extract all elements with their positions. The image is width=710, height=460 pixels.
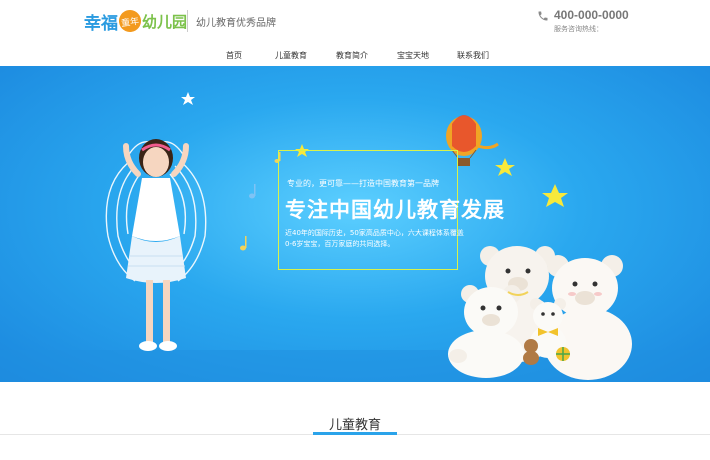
child-illustration	[123, 139, 189, 351]
star-icon	[542, 184, 568, 207]
banner-subtitle: 专业的，更可靠——打造中国教育第一品牌	[287, 179, 439, 188]
nav-home[interactable]: 首页	[226, 50, 242, 61]
nav-education-intro[interactable]: 教育简介	[336, 50, 368, 61]
nav-children-education[interactable]: 儿童教育	[275, 50, 307, 61]
section-title-underline	[313, 432, 397, 435]
star-icon	[181, 92, 195, 105]
logo-text-part3: 幼儿园	[142, 12, 188, 31]
site-header: 幸福 童年 幼儿园 幼儿教育优秀品牌 400-000-0000 服务咨询热线：	[0, 0, 710, 44]
logo-text-part1: 幸福	[84, 13, 118, 34]
phone-label: 服务咨询热线：	[554, 25, 603, 33]
music-note-icon	[249, 184, 256, 199]
main-nav: 首页 儿童教育 教育简介 宝宝天地 联系我们	[0, 44, 710, 66]
star-icon	[495, 158, 515, 176]
banner-description: 近40年的国际历史，50家高品质中心，六大课程体系覆盖 0-6岁宝宝，百万家庭的…	[285, 228, 465, 250]
banner-description-line: 0-6岁宝宝，百万家庭的共同选择。	[285, 240, 395, 248]
logo-divider	[187, 10, 188, 32]
banner-description-line: 近40年的国际历史，50家高品质中心，六大课程体系覆盖	[285, 229, 464, 237]
phone-number: 400-000-0000	[554, 8, 629, 22]
banner-title: 专注中国幼儿教育发展	[285, 198, 505, 222]
section-title: 儿童教育	[328, 418, 381, 433]
site-slogan: 幼儿教育优秀品牌	[196, 18, 276, 29]
music-note-icon	[240, 236, 247, 251]
logo-text-part2: 童年	[117, 8, 143, 34]
phone-icon	[538, 11, 548, 21]
site-logo[interactable]: 幸福 童年 幼儿园	[84, 6, 187, 36]
nav-contact-us[interactable]: 联系我们	[457, 50, 489, 61]
nav-baby-world[interactable]: 宝宝天地	[397, 50, 429, 61]
hero-banner[interactable]: 专业的，更可靠——打造中国教育第一品牌 专注中国幼儿教育发展 近40年的国际历史…	[0, 66, 710, 382]
